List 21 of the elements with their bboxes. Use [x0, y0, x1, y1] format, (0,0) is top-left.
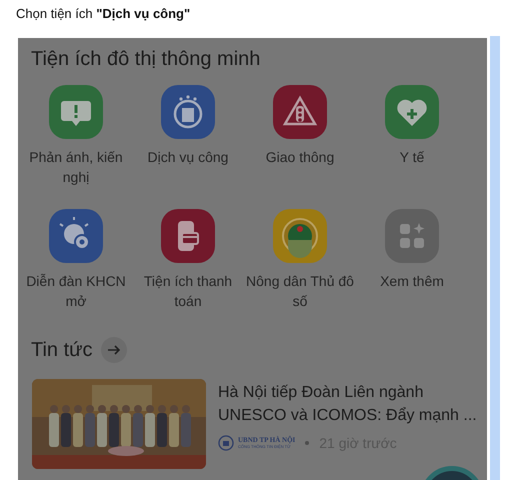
separator-dot: [305, 441, 310, 445]
section-title: Tiện ích đô thị thông minh: [31, 48, 260, 71]
utility-label: Giao thông: [264, 148, 336, 167]
utility-emblem-icon[interactable]: [273, 209, 327, 263]
caption-text: Chọn tiện ích "Dịch vụ công": [15, 5, 192, 23]
utility-emblem-icon[interactable]: [161, 85, 215, 139]
emblem-icon: [218, 435, 234, 451]
utility-heart-icon[interactable]: [385, 85, 439, 139]
utility-label: Tiện ích thanh toán: [142, 272, 234, 311]
utility-card-icon[interactable]: [161, 209, 215, 263]
news-headline[interactable]: Hà Nội tiếp Đoàn Liên ngành UNESCO và ICOMOS: Đẩy mạnh ...: [218, 381, 486, 427]
utility-traffic-light-icon[interactable]: [273, 85, 327, 139]
section-title: Tin tức: [31, 338, 93, 362]
utility-label: Dịch vụ công: [146, 148, 230, 167]
utility-label: Diễn đàn KHCN mở: [25, 272, 127, 311]
utility-label: Y tế: [398, 148, 426, 167]
utility-label: Nông dân Thủ đô số: [245, 272, 355, 311]
utility-label: Phản ánh, kiến nghị: [28, 148, 124, 187]
utility-lightbulb-icon[interactable]: [49, 209, 103, 263]
utility-label: Xem thêm: [379, 272, 445, 291]
utility-chat-icon[interactable]: [49, 85, 103, 139]
